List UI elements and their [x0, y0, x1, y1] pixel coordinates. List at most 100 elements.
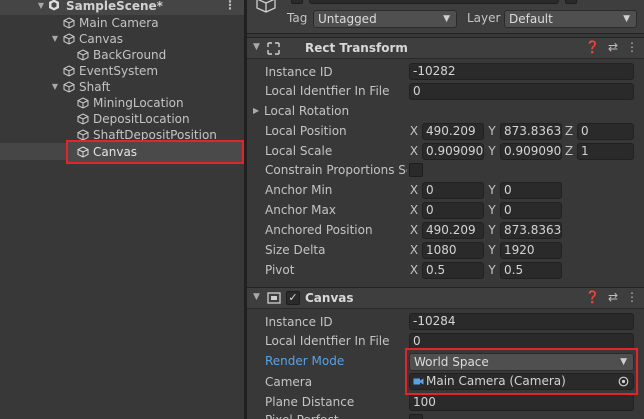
static-checkbox[interactable]: [565, 0, 577, 4]
help-icon[interactable]: ❓: [585, 40, 600, 54]
kebab-menu-icon[interactable]: ⋮: [626, 40, 638, 54]
anchor-min-y[interactable]: 0: [500, 182, 562, 199]
inspector-panel: Tag Untagged ▼ Layer Default ▼ ▼ Rect Tr…: [247, 0, 644, 419]
axis-y-label[interactable]: Y: [486, 221, 498, 239]
axis-x-label[interactable]: X: [408, 181, 420, 199]
layer-value: Default: [509, 12, 553, 26]
pivot-x[interactable]: 0.5: [422, 262, 484, 279]
local-position-z[interactable]: 0: [577, 123, 634, 140]
gameobject-cube-icon: [256, 0, 276, 13]
expand-arrow-icon[interactable]: ▼: [36, 0, 46, 14]
pixel-perfect-checkbox[interactable]: [409, 414, 423, 419]
local-scale-x[interactable]: 0.909090: [422, 143, 484, 160]
local-position-x[interactable]: 490.209: [422, 123, 484, 140]
size-delta-x[interactable]: 1080: [422, 242, 484, 259]
constrain-proportions-label: Constrain Proportions Sc: [265, 163, 407, 177]
axis-y-label[interactable]: Y: [486, 181, 498, 199]
render-mode-dropdown[interactable]: World Space ▼: [409, 353, 634, 371]
hierarchy-item-depositlocation[interactable]: DepositLocation: [0, 111, 244, 127]
scene-name: SampleScene*: [66, 0, 163, 13]
local-identifier-label: Local Identfier In File: [265, 84, 390, 98]
local-scale-z[interactable]: 1: [577, 143, 634, 160]
hierarchy-item-main-camera[interactable]: Main Camera: [0, 15, 244, 31]
plane-distance-field[interactable]: 100: [409, 394, 634, 411]
scene-row[interactable]: ▼ SampleScene* ⋮: [0, 0, 244, 15]
axis-x-label[interactable]: X: [408, 221, 420, 239]
hierarchy-item-shaft[interactable]: ▼ Shaft: [0, 79, 244, 95]
fold-arrow-icon[interactable]: ▼: [253, 42, 260, 52]
kebab-menu-icon[interactable]: ⋮: [626, 290, 638, 304]
local-identifier-field[interactable]: 0: [409, 83, 634, 100]
axis-x-label[interactable]: X: [408, 261, 420, 279]
hierarchy-item-canvas-selected[interactable]: Canvas: [0, 144, 244, 160]
local-scale-y[interactable]: 0.909090: [500, 143, 562, 160]
expand-arrow-icon[interactable]: ▼: [50, 79, 60, 95]
anchored-position-y[interactable]: 873.8363: [500, 222, 562, 239]
component-title: Canvas: [305, 291, 354, 305]
presets-icon[interactable]: ⇄: [608, 290, 618, 304]
camera-object-field[interactable]: Main Camera (Camera): [409, 373, 634, 390]
size-delta-y[interactable]: 1920: [500, 242, 562, 259]
rect-transform-icon: [267, 42, 280, 55]
constrain-proportions-checkbox[interactable]: [409, 163, 423, 177]
pivot-y[interactable]: 0.5: [500, 262, 562, 279]
local-scale-label: Local Scale: [265, 144, 333, 158]
layer-label: Layer: [467, 11, 501, 25]
active-checkbox[interactable]: [291, 0, 303, 4]
anchor-max-y[interactable]: 0: [500, 202, 562, 219]
gameobject-cube-icon: [63, 17, 75, 29]
camera-value: Main Camera (Camera): [426, 374, 566, 388]
expand-arrow-icon[interactable]: ▼: [50, 31, 60, 47]
name-field[interactable]: [309, 0, 559, 4]
hierarchy-item-mininglocation[interactable]: MiningLocation: [0, 95, 244, 111]
axis-z-label[interactable]: Z: [563, 122, 575, 140]
anchor-min-label: Anchor Min: [265, 183, 333, 197]
axis-y-label[interactable]: Y: [486, 261, 498, 279]
local-rotation-label[interactable]: Local Rotation: [264, 102, 349, 120]
unity-scene-icon: [49, 0, 59, 11]
anchored-position-x[interactable]: 490.209: [422, 222, 484, 239]
render-mode-value: World Space: [414, 355, 489, 369]
anchor-max-x[interactable]: 0: [422, 202, 484, 219]
axis-x-label[interactable]: X: [408, 142, 420, 160]
pixel-perfect-label: Pixel Perfect: [265, 411, 339, 419]
kebab-menu-icon[interactable]: ⋮: [224, 0, 236, 13]
chevron-down-icon: ▼: [623, 14, 630, 24]
instance-id-label: Instance ID: [265, 65, 333, 79]
component-title: Rect Transform: [305, 41, 408, 55]
axis-x-label[interactable]: X: [408, 241, 420, 259]
help-icon[interactable]: ❓: [585, 290, 600, 304]
gameobject-cube-icon: [77, 97, 89, 109]
camera-icon: [413, 378, 424, 385]
axis-y-label[interactable]: Y: [486, 201, 498, 219]
local-position-y[interactable]: 873.8363: [500, 123, 562, 140]
rect-transform-header[interactable]: ▼ Rect Transform ❓ ⇄ ⋮: [247, 37, 644, 59]
fold-arrow-icon[interactable]: ▶: [253, 106, 259, 115]
axis-x-label[interactable]: X: [408, 122, 420, 140]
axis-y-label[interactable]: Y: [486, 241, 498, 259]
hierarchy-item-label: Shaft: [79, 80, 111, 94]
hierarchy-item-background[interactable]: BackGround: [0, 47, 244, 63]
enabled-checkbox[interactable]: ✓: [286, 291, 300, 305]
instance-id-field[interactable]: -10282: [409, 63, 634, 80]
axis-y-label[interactable]: Y: [486, 122, 498, 140]
instance-id-field[interactable]: -10284: [409, 313, 634, 330]
axis-y-label[interactable]: Y: [486, 142, 498, 160]
chevron-down-icon: ▼: [443, 14, 450, 24]
local-identifier-field[interactable]: 0: [409, 333, 634, 350]
hierarchy-panel: ▼ SampleScene* ⋮ Main Camera ▼ Canvas Ba…: [0, 0, 244, 419]
gameobject-cube-icon: [63, 81, 75, 93]
tag-dropdown[interactable]: Untagged ▼: [313, 10, 457, 28]
layer-dropdown[interactable]: Default ▼: [504, 10, 637, 28]
object-picker-icon[interactable]: [618, 376, 629, 387]
canvas-component-header[interactable]: ▼ ✓ Canvas ❓ ⇄ ⋮: [247, 287, 644, 309]
axis-z-label[interactable]: Z: [563, 142, 575, 160]
axis-x-label[interactable]: X: [408, 201, 420, 219]
hierarchy-item-eventsystem[interactable]: EventSystem: [0, 63, 244, 79]
gameobject-cube-icon: [77, 49, 89, 61]
anchor-min-x[interactable]: 0: [422, 182, 484, 199]
hierarchy-item-canvas[interactable]: ▼ Canvas: [0, 31, 244, 47]
anchored-position-label: Anchored Position: [265, 223, 373, 237]
presets-icon[interactable]: ⇄: [608, 40, 618, 54]
fold-arrow-icon[interactable]: ▼: [253, 292, 260, 302]
